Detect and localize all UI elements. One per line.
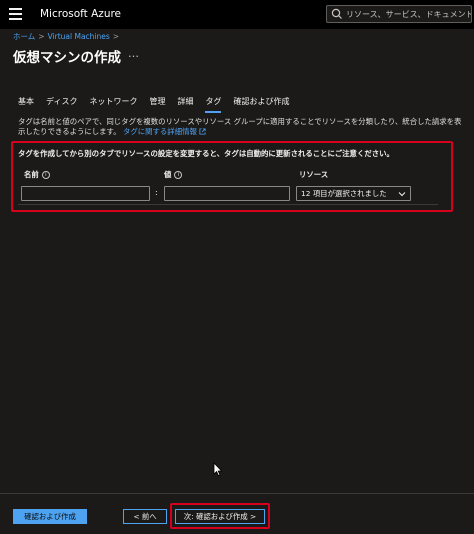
global-search[interactable]: [326, 5, 472, 23]
resource-dropdown[interactable]: 12 項目が選択されました: [296, 186, 411, 201]
search-input[interactable]: [346, 9, 471, 19]
tab-networking[interactable]: ネットワーク: [89, 96, 137, 113]
value-column-header: 値 i: [164, 169, 183, 180]
resource-column-label: リソース: [299, 170, 329, 179]
tab-review-create[interactable]: 確認および作成: [233, 96, 289, 113]
breadcrumb-separator: >: [38, 32, 45, 41]
tab-tags[interactable]: タグ: [205, 96, 222, 113]
name-column-label: 名前: [24, 170, 39, 179]
previous-button[interactable]: < 前へ: [123, 509, 167, 524]
tag-row-divider: [18, 204, 438, 205]
tab-disks[interactable]: ディスク: [46, 96, 77, 113]
learn-more-link[interactable]: タグに関する詳細情報: [123, 127, 197, 136]
review-create-button[interactable]: 確認および作成: [13, 509, 87, 524]
tag-name-input[interactable]: [21, 186, 150, 201]
tab-advanced[interactable]: 詳細: [177, 96, 193, 113]
next-review-create-button[interactable]: 次: 確認および作成 >: [175, 509, 265, 524]
tags-description: タグは名前と値のペアで、同じタグを複数のリソースやリソース グループに適用するこ…: [18, 117, 468, 137]
chevron-down-icon: [398, 192, 406, 197]
breadcrumb-home[interactable]: ホーム: [13, 31, 35, 42]
external-link-icon: [199, 128, 206, 135]
breadcrumb-separator: >: [112, 32, 120, 41]
mouse-pointer-icon: [213, 462, 223, 477]
tags-notice: タグを作成してから別のタブでリソースの設定を変更すると、タグは自動的に更新される…: [18, 149, 394, 158]
search-icon: [331, 8, 342, 19]
hamburger-menu-icon[interactable]: [9, 8, 22, 20]
tab-basics[interactable]: 基本: [18, 96, 34, 113]
breadcrumb-virtual-machines[interactable]: Virtual Machines: [48, 32, 110, 41]
tag-value-input[interactable]: [164, 186, 290, 201]
tags-description-text: タグは名前と値のペアで、同じタグを複数のリソースやリソース グループに適用するこ…: [18, 117, 462, 136]
page-title: 仮想マシンの作成: [13, 50, 121, 66]
wizard-tabs: 基本 ディスク ネットワーク 管理 詳細 タグ 確認および作成: [18, 96, 301, 113]
top-bar: Microsoft Azure: [0, 0, 474, 29]
name-column-header: 名前 i: [24, 169, 50, 180]
brand-title[interactable]: Microsoft Azure: [40, 8, 121, 20]
value-column-label: 値: [164, 170, 172, 179]
info-icon[interactable]: i: [41, 170, 50, 179]
info-icon[interactable]: i: [174, 170, 183, 179]
resource-dropdown-value: 12 項目が選択されました: [301, 189, 387, 198]
more-options-icon[interactable]: …: [128, 47, 140, 60]
resource-column-header: リソース: [299, 169, 328, 180]
name-value-separator: :: [155, 188, 158, 197]
tab-management[interactable]: 管理: [149, 96, 165, 113]
breadcrumb: ホーム > Virtual Machines >: [13, 31, 119, 42]
